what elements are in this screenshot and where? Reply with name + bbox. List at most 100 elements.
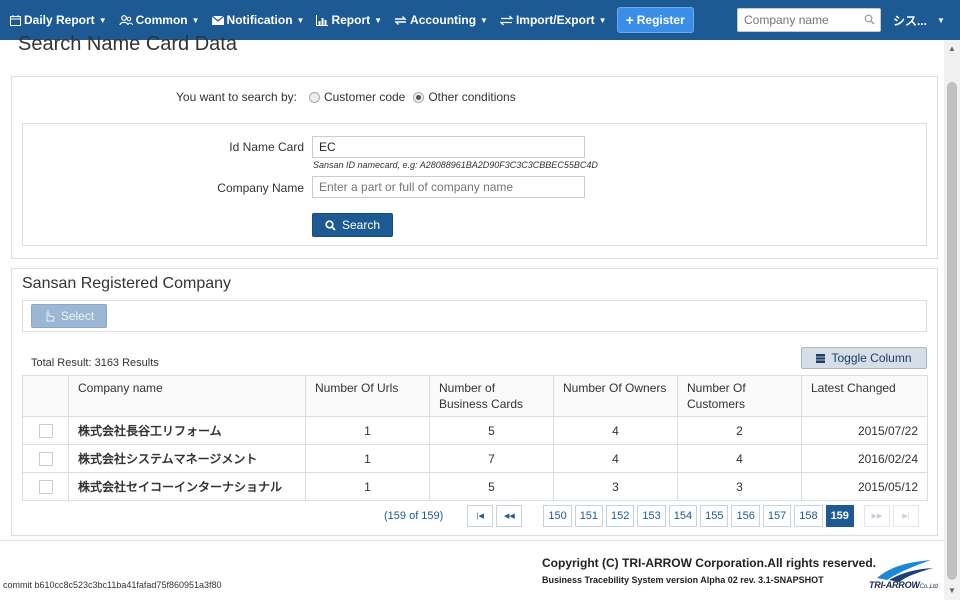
company-name-cell: 株式会社システムマネージメント — [68, 444, 306, 473]
owners-cell: 3 — [553, 472, 678, 501]
page-button[interactable]: 156 — [731, 505, 760, 527]
page-button[interactable]: 158 — [794, 505, 823, 527]
company-name-cell: 株式会社セイコーインターナショナル — [68, 472, 306, 501]
company-name-label: Company Name — [217, 181, 304, 195]
id-name-card-input[interactable] — [312, 136, 585, 158]
company-search-input[interactable] — [738, 9, 858, 31]
pagination: (159 of 159) |◀ ◀◀ 150 151 152 153 154 1… — [384, 505, 922, 527]
nav-notification-label: Notification — [226, 13, 293, 27]
calendar-icon — [10, 14, 21, 26]
column-header[interactable]: Number Of Urls — [305, 375, 430, 417]
page-button[interactable]: 153 — [637, 505, 666, 527]
row-checkbox-cell — [22, 472, 69, 501]
transfer-icon — [499, 15, 513, 25]
customers-cell: 4 — [677, 444, 802, 473]
radio-customer-code-label[interactable]: Customer code — [324, 90, 405, 104]
row-checkbox-cell — [22, 416, 69, 445]
latest-changed-cell: 2016/02/24 — [801, 444, 928, 473]
last-page-button[interactable]: ▶| — [892, 505, 919, 527]
urls-cell: 1 — [305, 444, 430, 473]
company-table: Company name Number Of Urls Number of Bu… — [22, 375, 928, 501]
table-row[interactable]: 株式会社長谷工リフォーム 1 5 4 2 2015/07/22 — [22, 416, 928, 445]
table-row[interactable]: 株式会社セイコーインターナショナル 1 5 3 3 2015/05/12 — [22, 472, 928, 501]
vertical-scrollbar[interactable]: ▲ ▼ — [944, 40, 960, 600]
owners-cell: 4 — [553, 416, 678, 445]
page-button[interactable]: 154 — [668, 505, 698, 527]
next-page-button[interactable]: ▶▶ — [863, 505, 890, 527]
envelope-icon — [211, 15, 224, 25]
owners-cell: 4 — [553, 444, 678, 473]
select-button-label: Select — [60, 309, 95, 323]
nav-report-label: Report — [331, 13, 371, 27]
customers-cell: 3 — [677, 472, 802, 501]
column-header[interactable]: Number of Business Cards — [429, 375, 554, 417]
version-text: Business Tracebility System version Alph… — [542, 575, 824, 585]
exchange-icon — [394, 15, 407, 25]
caret-down-icon: ▼ — [480, 15, 488, 25]
radio-customer-code[interactable] — [308, 91, 320, 103]
copyright-text: Copyright (C) TRI-ARROW Corporation.All … — [542, 556, 877, 570]
latest-changed-cell: 2015/07/22 — [801, 416, 928, 445]
page-button[interactable]: 152 — [606, 505, 635, 527]
nav-import-export-label: Import/Export — [515, 13, 595, 27]
page-button[interactable]: 151 — [574, 505, 604, 527]
id-name-card-label: Id Name Card — [229, 140, 304, 154]
cards-cell: 5 — [429, 416, 554, 445]
search-icon[interactable] — [864, 14, 875, 25]
cards-cell: 5 — [429, 472, 554, 501]
search-button-label: Search — [341, 218, 381, 232]
row-checkbox[interactable] — [38, 479, 53, 494]
row-checkbox-cell — [22, 444, 69, 473]
nav-daily-report-label: Daily Report — [24, 13, 95, 27]
register-button[interactable]: + Register — [616, 7, 694, 33]
commit-hash: commit b610cc8c523c3bc11ba41fafad75f8609… — [3, 580, 222, 590]
prev-page-button[interactable]: ◀◀ — [496, 505, 523, 527]
logo-suffix: Co.,Ltd — [919, 584, 938, 590]
scroll-down-icon[interactable]: ▼ — [948, 586, 956, 595]
caret-down-icon: ▼ — [598, 15, 607, 25]
page-button[interactable]: 157 — [762, 505, 792, 527]
logo-wordmark: TRI-ARROWCo.,Ltd — [869, 580, 938, 590]
cards-cell: 7 — [429, 444, 554, 473]
column-header[interactable]: Number Of Owners — [553, 375, 678, 417]
caret-down-icon: ▼ — [296, 15, 305, 25]
radio-other-conditions[interactable] — [413, 91, 425, 103]
nav-import-export[interactable]: Import/Export ▼ — [494, 0, 613, 40]
plus-icon: + — [625, 12, 634, 28]
search-icon — [325, 219, 336, 231]
customers-cell: 2 — [677, 416, 802, 445]
table-row[interactable]: 株式会社システムマネージメント 1 7 4 4 2016/02/24 — [22, 444, 928, 473]
urls-cell: 1 — [305, 472, 430, 501]
column-header-select — [22, 375, 69, 417]
search-button[interactable]: Search — [312, 213, 393, 237]
user-menu[interactable]: シス... ▼ — [893, 0, 945, 40]
pointer-hand-icon — [46, 310, 55, 322]
nav-accounting[interactable]: Accounting ▼ — [388, 0, 494, 40]
column-header[interactable]: Latest Changed — [801, 375, 928, 417]
caret-down-icon: ▼ — [374, 15, 383, 25]
row-checkbox[interactable] — [38, 423, 53, 438]
first-page-button[interactable]: |◀ — [467, 505, 494, 527]
radio-other-conditions-label[interactable]: Other conditions — [428, 90, 515, 104]
latest-changed-cell: 2015/05/12 — [801, 472, 928, 501]
scroll-up-icon[interactable]: ▲ — [948, 44, 956, 53]
urls-cell: 1 — [305, 416, 430, 445]
column-header[interactable]: Number Of Customers — [677, 375, 802, 417]
page-button[interactable]: 155 — [700, 505, 729, 527]
caret-down-icon: ▼ — [98, 15, 107, 25]
current-page-button[interactable]: 159 — [825, 505, 854, 527]
table-header-row: Company name Number Of Urls Number of Bu… — [22, 375, 928, 417]
column-header[interactable]: Company name — [68, 375, 306, 417]
nav-report[interactable]: Report ▼ — [310, 0, 388, 40]
row-checkbox[interactable] — [38, 451, 53, 466]
scroll-thumb[interactable] — [947, 82, 957, 580]
toggle-column-button[interactable]: Toggle Column — [801, 347, 927, 369]
select-button[interactable]: Select — [31, 304, 107, 328]
company-name-input[interactable] — [312, 176, 585, 198]
bar-chart-icon — [316, 14, 329, 26]
nav-common-label: Common — [135, 13, 188, 27]
search-by-label: You want to search by: — [176, 90, 297, 104]
nav-accounting-label: Accounting — [410, 13, 477, 27]
total-results: Total Result: 3163 Results — [31, 357, 159, 369]
page-button[interactable]: 150 — [543, 505, 572, 527]
